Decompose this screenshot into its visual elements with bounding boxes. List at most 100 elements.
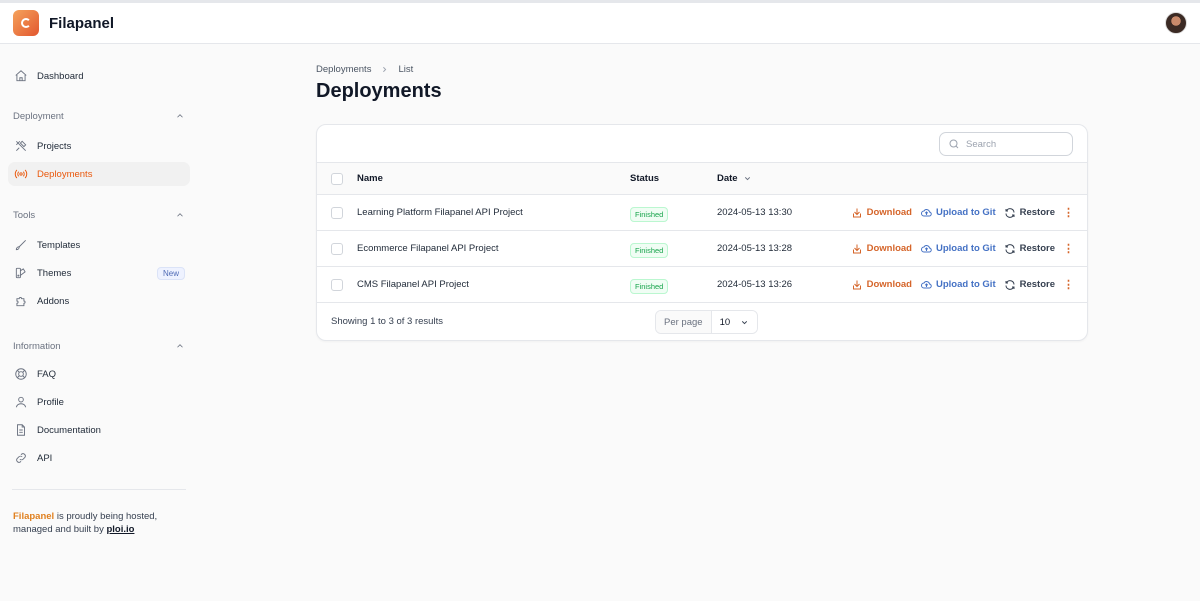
sidebar-item-label: Dashboard xyxy=(37,70,84,82)
download-button[interactable]: Download xyxy=(851,207,912,219)
sidebar-item-themes[interactable]: Themes New xyxy=(8,261,190,285)
sidebar-item-label: Deployments xyxy=(37,168,93,180)
sidebar-item-projects[interactable]: Projects xyxy=(8,134,190,158)
sidebar-item-label: FAQ xyxy=(37,368,57,380)
restore-label: Restore xyxy=(1019,279,1055,290)
status-badge: Finished xyxy=(630,207,669,222)
restore-button[interactable]: Restore xyxy=(1004,243,1055,255)
broadcast-icon xyxy=(13,166,29,182)
palette-icon xyxy=(13,265,29,281)
group-information-toggle[interactable]: Information xyxy=(8,336,190,356)
sidebar-item-documentation[interactable]: Documentation xyxy=(8,418,190,442)
download-button[interactable]: Download xyxy=(851,279,912,291)
row-checkbox[interactable] xyxy=(331,206,343,219)
column-header-date[interactable]: Date xyxy=(717,173,752,184)
refresh-icon xyxy=(1004,279,1016,291)
more-actions-icon[interactable]: ⋮ xyxy=(1063,278,1074,291)
group-label: Information xyxy=(13,340,61,352)
breadcrumb-current: List xyxy=(398,64,414,75)
sidebar-item-label: Themes xyxy=(37,267,72,279)
download-icon xyxy=(851,207,863,219)
search-icon xyxy=(948,138,960,150)
upload-label: Upload to Git xyxy=(935,279,996,290)
chevron-up-icon xyxy=(175,210,185,220)
tools-icon xyxy=(13,138,29,154)
group-label: Deployment xyxy=(13,110,64,122)
refresh-icon xyxy=(1004,243,1016,255)
sidebar-item-addons[interactable]: Addons xyxy=(8,289,190,313)
chevron-right-icon xyxy=(380,65,389,74)
download-label: Download xyxy=(866,243,912,254)
brush-icon xyxy=(13,237,29,253)
hosted-brand[interactable]: Filapanel xyxy=(13,511,54,522)
restore-label: Restore xyxy=(1019,243,1055,254)
breadcrumb-parent[interactable]: Deployments xyxy=(316,64,371,75)
deployment-name: Ecommerce Filapanel API Project xyxy=(357,243,499,254)
select-all-checkbox[interactable] xyxy=(331,172,343,185)
upload-label: Upload to Git xyxy=(935,207,996,218)
row-checkbox[interactable] xyxy=(331,278,343,291)
per-page-control: Per page 10 xyxy=(655,310,759,334)
restore-button[interactable]: Restore xyxy=(1004,207,1055,219)
new-badge: New xyxy=(156,266,185,280)
table-header-row: Name Status Date xyxy=(317,163,1087,195)
per-page-value: 10 xyxy=(719,316,731,328)
sidebar-item-templates[interactable]: Templates xyxy=(8,233,190,257)
status-badge: Finished xyxy=(630,279,669,294)
per-page-select[interactable]: 10 xyxy=(711,311,758,333)
hosted-note: Filapanel is proudly being hosted, manag… xyxy=(8,510,190,536)
link-icon xyxy=(13,450,29,466)
restore-button[interactable]: Restore xyxy=(1004,279,1055,291)
app-logo[interactable] xyxy=(13,10,39,36)
sidebar-item-label: Profile xyxy=(37,396,64,408)
deployment-date: 2024-05-13 13:28 xyxy=(717,243,793,254)
status-badge: Finished xyxy=(630,243,669,258)
hosted-text-2: managed and built by xyxy=(13,524,107,535)
puzzle-icon xyxy=(13,293,29,309)
group-deployment-toggle[interactable]: Deployment xyxy=(8,106,190,126)
table-row[interactable]: Ecommerce Filapanel API Project Finished… xyxy=(317,231,1087,267)
refresh-icon xyxy=(1004,207,1016,219)
row-checkbox[interactable] xyxy=(331,242,343,255)
user-icon xyxy=(13,394,29,410)
deployments-table-card: Name Status Date Learning Platform Filap… xyxy=(316,124,1088,341)
sidebar-item-deployments[interactable]: Deployments xyxy=(8,162,190,186)
sidebar-item-api[interactable]: API xyxy=(8,446,190,470)
column-header-status[interactable]: Status xyxy=(630,173,659,184)
search-input[interactable] xyxy=(966,138,1066,150)
sidebar-item-dashboard[interactable]: Dashboard xyxy=(8,64,190,88)
upload-label: Upload to Git xyxy=(935,243,996,254)
sort-chevron-down-icon xyxy=(743,174,752,183)
results-summary: Showing 1 to 3 of 3 results xyxy=(331,316,443,327)
sidebar-item-faq[interactable]: FAQ xyxy=(8,362,190,386)
upload-to-git-button[interactable]: Upload to Git xyxy=(920,279,996,291)
sidebar-item-profile[interactable]: Profile xyxy=(8,390,190,414)
download-button[interactable]: Download xyxy=(851,243,912,255)
cloud-upload-icon xyxy=(920,243,932,255)
download-icon xyxy=(851,279,863,291)
restore-label: Restore xyxy=(1019,207,1055,218)
more-actions-icon[interactable]: ⋮ xyxy=(1063,206,1074,219)
sidebar-item-label: Addons xyxy=(37,295,70,307)
row-actions: Download Upload to Git Restore ⋮ xyxy=(851,206,1074,219)
search-box[interactable] xyxy=(939,132,1073,156)
app-name[interactable]: Filapanel xyxy=(49,15,114,32)
column-header-date-label: Date xyxy=(717,173,738,184)
group-tools-toggle[interactable]: Tools xyxy=(8,205,190,225)
row-actions: Download Upload to Git Restore ⋮ xyxy=(851,242,1074,255)
per-page-label: Per page xyxy=(656,311,712,333)
user-avatar[interactable] xyxy=(1165,12,1187,34)
column-header-name[interactable]: Name xyxy=(357,173,383,184)
more-actions-icon[interactable]: ⋮ xyxy=(1063,242,1074,255)
sidebar-item-label: Documentation xyxy=(37,424,101,436)
chevron-down-icon xyxy=(740,318,749,327)
table-row[interactable]: Learning Platform Filapanel API Project … xyxy=(317,195,1087,231)
ploi-link[interactable]: ploi.io xyxy=(106,524,134,535)
sidebar-item-label: Templates xyxy=(37,239,81,251)
deployment-date: 2024-05-13 13:26 xyxy=(717,279,793,290)
cloud-upload-icon xyxy=(920,279,932,291)
upload-to-git-button[interactable]: Upload to Git xyxy=(920,243,996,255)
table-row[interactable]: CMS Filapanel API Project Finished 2024-… xyxy=(317,267,1087,303)
upload-to-git-button[interactable]: Upload to Git xyxy=(920,207,996,219)
home-icon xyxy=(13,68,29,84)
